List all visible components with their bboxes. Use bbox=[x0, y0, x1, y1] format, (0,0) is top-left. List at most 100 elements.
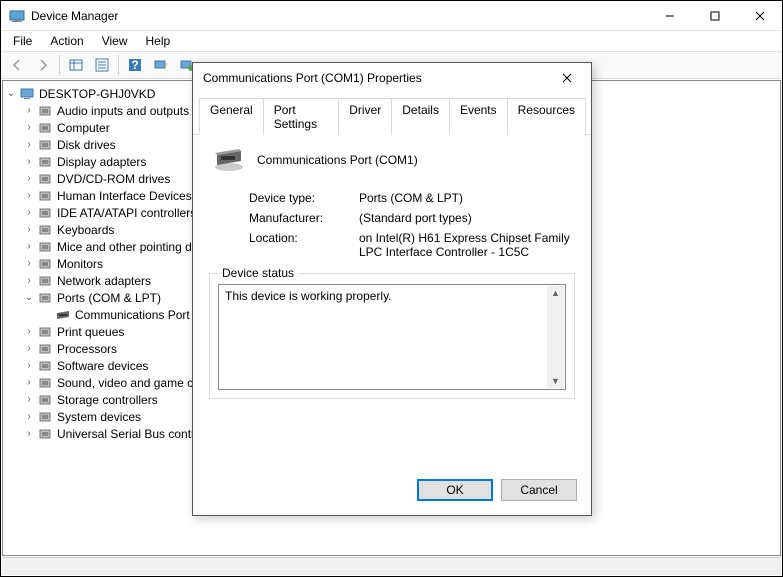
show-hidden-button[interactable] bbox=[64, 53, 88, 77]
minimize-button[interactable] bbox=[647, 1, 692, 30]
tree-twisty[interactable]: › bbox=[23, 275, 35, 286]
tree-twisty[interactable]: ⌄ bbox=[23, 292, 35, 303]
status-textbox[interactable]: This device is working properly. ▲ ▼ bbox=[218, 284, 566, 390]
tree-label: Monitors bbox=[57, 257, 103, 271]
tree-twisty[interactable]: › bbox=[23, 207, 35, 218]
location-value: on Intel(R) H61 Express Chipset Family L… bbox=[359, 231, 575, 259]
computer-icon bbox=[19, 86, 35, 102]
device-manager-window: Device Manager File Action View Help ? ⌄… bbox=[0, 0, 783, 577]
tree-label: Display adapters bbox=[57, 155, 146, 169]
tree-twisty[interactable]: › bbox=[23, 156, 35, 167]
app-icon bbox=[9, 8, 25, 24]
menu-action[interactable]: Action bbox=[42, 32, 91, 50]
device-status-group: Device status This device is working pro… bbox=[209, 273, 575, 399]
tree-twisty[interactable]: › bbox=[23, 173, 35, 184]
generic-device-icon bbox=[37, 375, 53, 391]
ok-button[interactable]: OK bbox=[417, 479, 493, 501]
tab-details[interactable]: Details bbox=[391, 98, 450, 135]
maximize-button[interactable] bbox=[692, 1, 737, 30]
device-header: Communications Port (COM1) bbox=[209, 147, 575, 173]
tree-twisty[interactable]: › bbox=[23, 224, 35, 235]
tree-twisty[interactable]: › bbox=[23, 241, 35, 252]
generic-device-icon bbox=[37, 103, 53, 119]
scrollbar[interactable]: ▲ ▼ bbox=[547, 286, 564, 388]
generic-device-icon bbox=[37, 392, 53, 408]
forward-button[interactable] bbox=[31, 53, 55, 77]
tab-port-settings[interactable]: Port Settings bbox=[263, 98, 340, 135]
menu-help[interactable]: Help bbox=[138, 32, 179, 50]
generic-device-icon bbox=[37, 222, 53, 238]
properties-button[interactable] bbox=[90, 53, 114, 77]
back-button[interactable] bbox=[5, 53, 29, 77]
dialog-titlebar: Communications Port (COM1) Properties bbox=[193, 63, 591, 93]
tree-label: Processors bbox=[57, 342, 117, 356]
tree-twisty[interactable]: › bbox=[23, 360, 35, 371]
tree-twisty[interactable]: › bbox=[23, 122, 35, 133]
tree-twisty[interactable]: › bbox=[23, 428, 35, 439]
tree-twisty[interactable]: › bbox=[23, 377, 35, 388]
tree-label: Storage controllers bbox=[57, 393, 158, 407]
generic-device-icon bbox=[37, 409, 53, 425]
svg-text:?: ? bbox=[131, 58, 138, 72]
tree-label: Keyboards bbox=[57, 223, 114, 237]
close-button[interactable] bbox=[737, 1, 782, 30]
generic-device-icon bbox=[37, 171, 53, 187]
tree-label: Audio inputs and outputs bbox=[57, 104, 189, 118]
device-info: Device type: Ports (COM & LPT) Manufactu… bbox=[249, 191, 575, 259]
tree-label: Print queues bbox=[57, 325, 124, 339]
manufacturer-value: (Standard port types) bbox=[359, 211, 575, 225]
generic-device-icon bbox=[37, 341, 53, 357]
toolbar-separator bbox=[59, 55, 60, 75]
tab-general[interactable]: General bbox=[199, 98, 264, 135]
generic-device-icon bbox=[37, 154, 53, 170]
tree-twisty[interactable]: › bbox=[23, 105, 35, 116]
tree-label: System devices bbox=[57, 410, 141, 424]
scan-hardware-button[interactable] bbox=[149, 53, 173, 77]
scroll-up-icon[interactable]: ▲ bbox=[551, 286, 560, 300]
tree-twisty[interactable]: › bbox=[23, 326, 35, 337]
generic-device-icon bbox=[37, 324, 53, 340]
tab-events[interactable]: Events bbox=[449, 98, 508, 135]
menubar: File Action View Help bbox=[1, 31, 782, 51]
tree-label: DVD/CD-ROM drives bbox=[57, 172, 170, 186]
status-legend: Device status bbox=[218, 266, 298, 280]
menu-view[interactable]: View bbox=[94, 32, 136, 50]
tree-twisty[interactable]: › bbox=[23, 411, 35, 422]
port-icon bbox=[55, 307, 71, 323]
generic-device-icon bbox=[37, 239, 53, 255]
dialog-buttons: OK Cancel bbox=[193, 469, 591, 515]
statusbar bbox=[2, 557, 781, 575]
window-buttons bbox=[647, 1, 782, 30]
tree-twisty[interactable]: ⌄ bbox=[5, 88, 17, 99]
toolbar-separator bbox=[118, 55, 119, 75]
dialog-close-button[interactable] bbox=[547, 64, 587, 92]
tab-driver[interactable]: Driver bbox=[338, 98, 392, 135]
tree-twisty[interactable]: › bbox=[23, 190, 35, 201]
tab-resources[interactable]: Resources bbox=[507, 98, 586, 135]
port-icon bbox=[213, 147, 245, 173]
tree-twisty[interactable]: › bbox=[23, 394, 35, 405]
device-name: Communications Port (COM1) bbox=[257, 153, 418, 167]
generic-device-icon bbox=[37, 256, 53, 272]
tree-twisty[interactable]: › bbox=[23, 258, 35, 269]
tree-label: Network adapters bbox=[57, 274, 151, 288]
generic-device-icon bbox=[37, 358, 53, 374]
dialog-title: Communications Port (COM1) Properties bbox=[203, 71, 547, 85]
help-button[interactable]: ? bbox=[123, 53, 147, 77]
type-label: Device type: bbox=[249, 191, 359, 205]
tree-twisty[interactable]: › bbox=[23, 343, 35, 354]
menu-file[interactable]: File bbox=[5, 32, 40, 50]
tree-twisty[interactable]: › bbox=[23, 139, 35, 150]
dialog-tabs: GeneralPort SettingsDriverDetailsEventsR… bbox=[193, 93, 591, 135]
generic-device-icon bbox=[37, 290, 53, 306]
generic-device-icon bbox=[37, 120, 53, 136]
tree-label: Human Interface Devices bbox=[57, 189, 192, 203]
window-title: Device Manager bbox=[31, 9, 647, 23]
generic-device-icon bbox=[37, 273, 53, 289]
generic-device-icon bbox=[37, 426, 53, 442]
scroll-down-icon[interactable]: ▼ bbox=[551, 374, 560, 388]
type-value: Ports (COM & LPT) bbox=[359, 191, 575, 205]
location-label: Location: bbox=[249, 231, 359, 259]
properties-dialog: Communications Port (COM1) Properties Ge… bbox=[192, 62, 592, 516]
cancel-button[interactable]: Cancel bbox=[501, 479, 577, 501]
